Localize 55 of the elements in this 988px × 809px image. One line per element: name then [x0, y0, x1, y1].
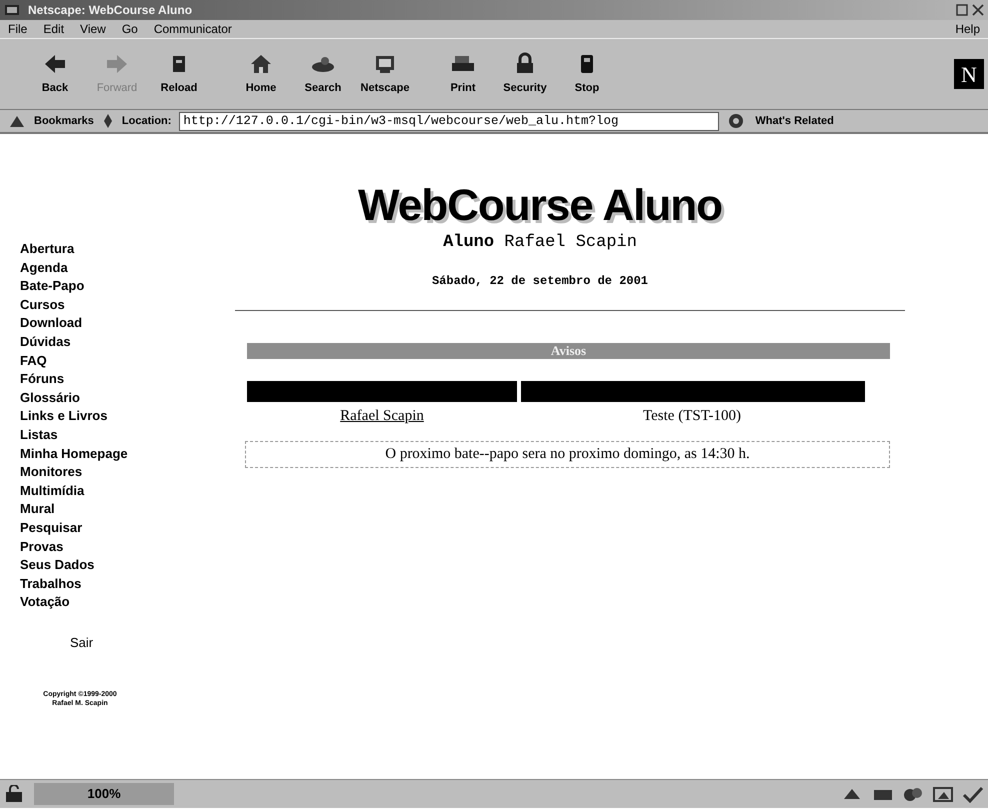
progress-indicator: 100%	[34, 783, 174, 805]
nav-link[interactable]: Pesquisar	[20, 518, 225, 538]
nav-link[interactable]: Minha Homepage	[20, 444, 225, 464]
nav-link[interactable]: Listas	[20, 426, 225, 445]
author-link[interactable]: Rafael Scapin	[340, 408, 424, 424]
nav-link[interactable]: Multimídia	[20, 482, 225, 500]
date-text: Sábado, 22 de setembro de 2001	[430, 272, 650, 290]
nav-link[interactable]: Agenda	[20, 258, 225, 278]
nav-link[interactable]: Monitores	[20, 463, 225, 482]
logo: N	[954, 59, 984, 89]
student-name: Rafael Scapin	[504, 233, 637, 252]
student-label: Aluno	[443, 233, 494, 252]
maximize-icon	[956, 4, 968, 16]
message-text: O proximo bate--papo sera no proximo domingo, as 14:30 h.	[385, 446, 750, 462]
nav-link[interactable]: Bate-Papo	[20, 277, 225, 296]
window-title: Netscape: WebCourse Aluno	[28, 2, 192, 19]
bookmarks-button[interactable]: Bookmarks	[34, 112, 94, 130]
nav-link[interactable]: Fóruns	[20, 370, 225, 389]
location-label: Location:	[122, 114, 172, 129]
nav-link[interactable]: Seus Dados	[20, 556, 225, 575]
menu-item[interactable]: Help	[955, 20, 980, 38]
nav-link[interactable]: Mural	[20, 500, 225, 519]
toolbar-button[interactable]: Back	[24, 50, 86, 98]
whats-related-button[interactable]: What's Related	[755, 112, 834, 130]
toolbar-button[interactable]: Security	[494, 50, 556, 98]
logout-link[interactable]: Sair	[70, 634, 225, 652]
toolbar-button[interactable]: Reload	[148, 50, 210, 98]
toolbar-button[interactable]: Search	[292, 50, 354, 98]
menu-item[interactable]: File	[8, 20, 28, 38]
menu-item[interactable]: Go	[122, 20, 138, 38]
course-text: Teste (TST-100)	[643, 408, 741, 424]
nav-link[interactable]: Votação	[20, 593, 225, 612]
nav-link[interactable]: Abertura	[20, 240, 225, 259]
nav-link[interactable]: Cursos	[20, 296, 225, 314]
toolbar-button[interactable]: Home	[230, 50, 292, 98]
section-header: Avisos	[247, 342, 890, 358]
menu-item[interactable]: Edit	[43, 20, 64, 38]
toolbar-button[interactable]: Stop	[556, 50, 618, 98]
nav-link[interactable]: Links e Livros	[20, 407, 225, 426]
checkmark-icon	[962, 785, 984, 803]
nav-link[interactable]: Download	[20, 314, 225, 333]
page-heading: WebCourse Aluno	[357, 184, 723, 228]
nav-link[interactable]: Provas	[20, 538, 225, 556]
toolbar-button[interactable]: Print	[432, 50, 494, 98]
menu-item[interactable]: Communicator	[154, 20, 232, 38]
nav-link[interactable]: Trabalhos	[20, 574, 225, 594]
nav-link[interactable]: Glossário	[20, 388, 225, 408]
nav-link[interactable]: Dúvidas	[20, 332, 225, 352]
window-icon	[4, 3, 20, 17]
menu-item[interactable]: View	[80, 20, 106, 38]
nav-link[interactable]: FAQ	[20, 352, 225, 370]
url-field[interactable]: http://127.0.0.1/cgi-bin/w3-msql/webcourse/web_alu.htm?log	[179, 112, 720, 130]
composer-icon	[932, 785, 954, 803]
toolbar-button[interactable]: Netscape	[354, 50, 416, 98]
close-icon	[972, 4, 984, 16]
